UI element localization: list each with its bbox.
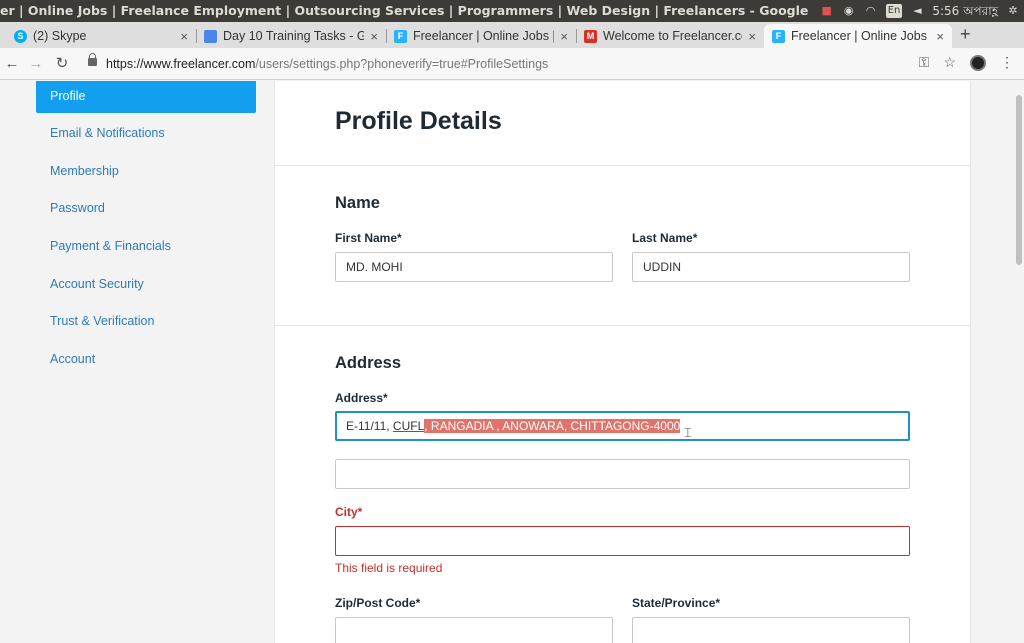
sidebar-item-payment-financials[interactable]: Payment & Financials [36, 228, 256, 266]
sidebar-item-profile[interactable]: Profile [36, 81, 256, 113]
wifi-icon[interactable]: ◠ [864, 4, 878, 18]
sidebar-item-password[interactable]: Password [36, 190, 256, 228]
tab-label: Welcome to Freelancer.co [603, 29, 743, 43]
bookmark-star-icon[interactable]: ☆ [943, 54, 956, 71]
divider [275, 325, 970, 326]
back-arrow-icon[interactable]: ← [2, 54, 22, 74]
first-name-label: First Name* [335, 231, 402, 245]
address-text-misspelled: CUFL [392, 419, 425, 433]
state-province-label: State/Province* [632, 596, 721, 610]
keyboard-layout-indicator[interactable]: En [885, 4, 903, 18]
tab-google-docs[interactable]: Day 10 Training Tasks - Go × [196, 24, 386, 48]
tab-close-icon[interactable]: × [180, 29, 188, 44]
sidebar-item-account[interactable]: Account [36, 341, 256, 379]
zip-code-label: Zip/Post Code* [335, 596, 421, 610]
sidebar-item-account-security[interactable]: Account Security [36, 266, 256, 304]
sidebar-item-email-notifications[interactable]: Email & Notifications [36, 115, 256, 153]
address-text-selected: , RANGADIA , ANOWARA, CHITTAGONG-4000 [424, 419, 681, 433]
sidebar-item-membership[interactable]: Membership [36, 153, 256, 191]
state-province-input[interactable] [632, 617, 910, 643]
settings-gear-icon[interactable]: ✲ [1006, 4, 1020, 18]
window-title: er | Online Jobs | Freelance Employment … [0, 3, 868, 18]
tab-close-icon[interactable]: × [748, 29, 756, 44]
clock[interactable]: 5:56 অপরাহ্ণ [932, 0, 998, 22]
skype-icon: S [14, 29, 27, 43]
divider [275, 165, 970, 166]
tab-label: Freelancer | Online Jobs | [791, 29, 931, 43]
sidebar-item-trust-verification[interactable]: Trust & Verification [36, 303, 256, 341]
gmail-icon: M [584, 29, 597, 43]
zip-code-input[interactable] [335, 617, 613, 643]
city-error-message: This field is required [335, 561, 443, 575]
browser-tab-strip: S (2) Skype × Day 10 Training Tasks - Go… [0, 22, 1024, 48]
url-scheme: https:// [106, 57, 144, 71]
tab-freelancer-1[interactable]: F Freelancer | Online Jobs | × [386, 24, 576, 48]
tab-close-icon[interactable]: × [936, 29, 944, 44]
skype-tray-icon[interactable]: ◉ [842, 4, 856, 18]
tab-close-icon[interactable]: × [560, 29, 568, 44]
new-tab-button[interactable]: + [960, 24, 971, 44]
volume-icon[interactable]: ◄ [910, 4, 924, 18]
url-host: www.freelancer.com [143, 57, 256, 71]
name-section-heading: Name [335, 194, 380, 212]
profile-avatar-icon[interactable] [970, 54, 986, 71]
toolbar-actions: ⚿ ☆ ⋮ [919, 54, 1014, 71]
address-section-heading: Address [335, 354, 402, 372]
text-cursor-icon: ⌶ [684, 425, 692, 440]
tab-label: Freelancer | Online Jobs | [413, 29, 555, 43]
page-content: Profile Email & Notifications Membership… [0, 81, 1024, 643]
tab-gmail[interactable]: M Welcome to Freelancer.co × [576, 24, 764, 48]
reload-icon[interactable]: ↻ [52, 54, 72, 74]
key-icon[interactable]: ⚿ [919, 54, 930, 71]
docs-icon [204, 29, 217, 43]
os-title-bar: er | Online Jobs | Freelance Employment … [0, 0, 1024, 22]
tab-freelancer-active[interactable]: F Freelancer | Online Jobs | × [764, 24, 952, 48]
address-text: E-11/11, [346, 419, 393, 433]
browser-toolbar: ← → ↻ https://www.freelancer.com/users/s… [0, 48, 1024, 80]
address-line2-input[interactable] [335, 459, 910, 489]
system-tray: ■ ◉ ◠ En ◄ 5:56 অপরাহ্ণ ✲ [811, 0, 1024, 22]
url-path: /users/settings.php?phoneverify=true#Pro… [255, 57, 549, 71]
settings-sidebar: Profile Email & Notifications Membership… [36, 81, 256, 379]
profile-details-card: Profile Details Name First Name* MD. MOH… [274, 81, 971, 643]
menu-kebab-icon[interactable]: ⋮ [1000, 54, 1014, 71]
tab-label: (2) Skype [33, 29, 87, 43]
lock-icon[interactable] [88, 53, 97, 66]
scrollbar-thumb[interactable] [1016, 95, 1022, 265]
tab-close-icon[interactable]: × [370, 29, 378, 44]
last-name-input[interactable]: UDDIN [632, 252, 910, 282]
address-label: Address* [335, 391, 388, 405]
tab-label: Day 10 Training Tasks - Go [223, 29, 365, 43]
freelancer-icon: F [394, 29, 407, 43]
camera-icon[interactable]: ■ [820, 4, 834, 18]
first-name-input[interactable]: MD. MOHI [335, 252, 613, 282]
page-title: Profile Details [335, 107, 502, 135]
address-input[interactable]: E-11/11, CUFL, RANGADIA , ANOWARA, CHITT… [335, 411, 910, 441]
forward-arrow-icon[interactable]: → [26, 54, 46, 74]
city-input[interactable] [335, 526, 910, 556]
url-bar[interactable]: https://www.freelancer.com/users/setting… [106, 57, 548, 71]
freelancer-icon: F [772, 29, 785, 43]
tab-skype[interactable]: S (2) Skype × [6, 24, 196, 48]
city-label: City* [335, 505, 363, 519]
last-name-label: Last Name* [632, 231, 698, 245]
